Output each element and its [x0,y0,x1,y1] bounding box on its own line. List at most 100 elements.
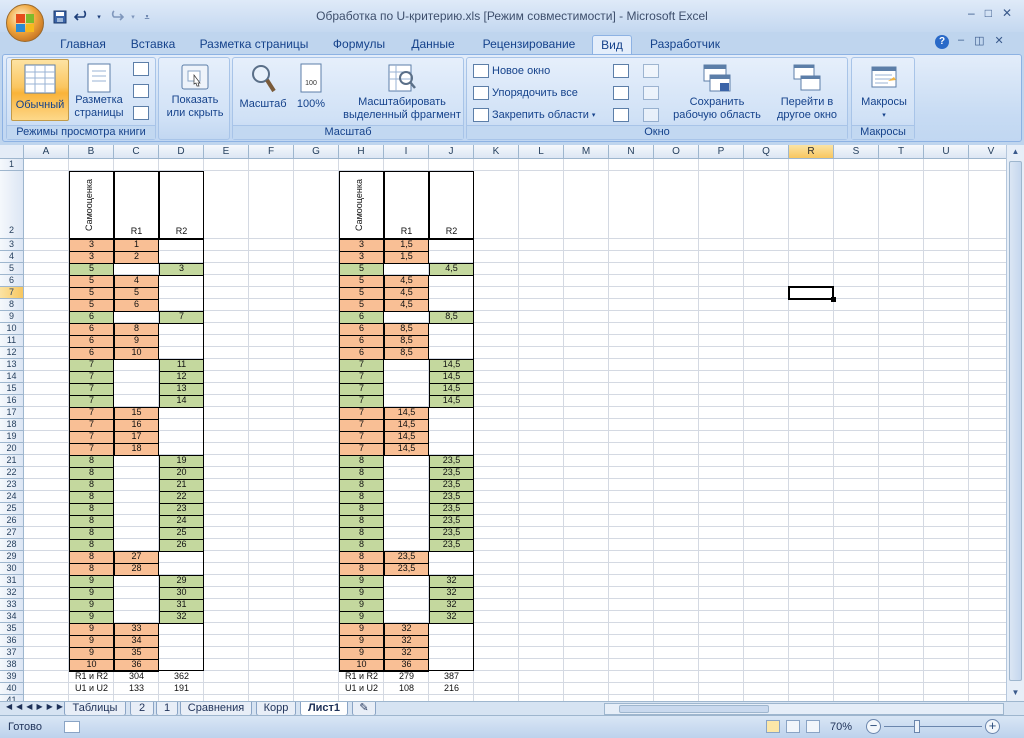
rank2-cell[interactable]: 23,5 [429,491,474,503]
score-cell[interactable]: 8 [69,467,114,479]
score-cell[interactable]: 7 [339,419,384,431]
vertical-scrollbar[interactable]: ▲ ▼ [1006,145,1024,702]
zoom-in-icon[interactable]: + [985,719,1000,734]
column-header-q[interactable]: Q [744,145,789,159]
help-icon[interactable]: ? [935,35,949,49]
score-cell[interactable]: 9 [69,611,114,623]
horizontal-scrollbar[interactable] [604,703,1004,715]
row-header[interactable]: 4 [0,251,24,263]
score-cell[interactable]: 7 [339,359,384,371]
rank2-cell[interactable]: 26 [159,539,204,551]
column-header-j[interactable]: J [429,145,474,159]
score-cell[interactable]: 9 [339,575,384,587]
u-label[interactable]: U1 и U2 [339,683,384,695]
score-cell[interactable]: 9 [69,575,114,587]
table-header-r2[interactable]: R2 [429,171,474,239]
row-header[interactable]: 28 [0,539,24,551]
rank1-cell[interactable]: 32 [384,647,429,659]
score-cell[interactable]: 6 [69,347,114,359]
normal-view-button[interactable]: Обычный [11,59,69,121]
score-cell[interactable]: 5 [69,299,114,311]
insert-sheet-icon[interactable]: ✎ [352,702,376,716]
score-cell[interactable]: 6 [69,335,114,347]
rank1-cell[interactable]: 16 [114,419,159,431]
scroll-down-icon[interactable]: ▼ [1009,688,1022,700]
score-cell[interactable]: 7 [69,431,114,443]
rank1-cell[interactable]: 14,5 [384,443,429,455]
column-header-i[interactable]: I [384,145,429,159]
tab-review[interactable]: Рецензирование [472,35,586,54]
row-header[interactable]: 39 [0,671,24,683]
rank2-cell[interactable]: 23,5 [429,515,474,527]
zoom-100-button[interactable]: 100 100% [293,59,329,121]
rank1-cell[interactable]: 18 [114,443,159,455]
score-cell[interactable]: 8 [69,479,114,491]
row-header[interactable]: 26 [0,515,24,527]
rank2-cell[interactable]: 14 [159,395,204,407]
row-header[interactable]: 40 [0,683,24,695]
rank1-cell[interactable]: 4,5 [384,275,429,287]
customize-icon[interactable]: ⩡ [142,9,152,25]
column-header-l[interactable]: L [519,145,564,159]
score-cell[interactable]: 7 [339,395,384,407]
row-header[interactable]: 12 [0,347,24,359]
row-header[interactable]: 2 [0,171,24,239]
row-header[interactable]: 3 [0,239,24,251]
column-header-c[interactable]: C [114,145,159,159]
rank2-cell[interactable]: 25 [159,527,204,539]
rank2-cell[interactable]: 13 [159,383,204,395]
sheet-nav-icons[interactable]: ◀◀◀▶▶▶ [6,702,67,711]
row-header[interactable]: 22 [0,467,24,479]
rank2-cell[interactable]: 3 [159,263,204,275]
rank1-cell[interactable]: 27 [114,551,159,563]
undo-dropdown-icon[interactable]: ▾ [96,9,102,25]
tab-data[interactable]: Данные [402,35,464,54]
rank1-cell[interactable]: 1,5 [384,239,429,251]
sheet-tab-sheet1[interactable]: Лист1 [300,702,348,716]
sheet-tab-1[interactable]: 1 [156,702,178,716]
rank2-cell[interactable]: 23,5 [429,503,474,515]
rank2-cell[interactable]: 32 [429,575,474,587]
score-cell[interactable]: 7 [339,383,384,395]
doc-restore-icon[interactable]: ◫ [974,34,984,47]
tab-home[interactable]: Главная [52,35,114,54]
column-header-m[interactable]: M [564,145,609,159]
split-button[interactable] [613,64,629,78]
rank2-cell[interactable]: 7 [159,311,204,323]
sum-label[interactable]: R1 и R2 [339,671,384,683]
score-cell[interactable]: 7 [69,371,114,383]
arrange-all-button[interactable]: Упорядочить все [473,84,578,102]
macros-button[interactable]: Макросы ▾ [854,59,914,125]
rank2-cell[interactable]: 14,5 [429,383,474,395]
score-cell[interactable]: 6 [339,347,384,359]
score-cell[interactable]: 8 [339,515,384,527]
row-header[interactable]: 32 [0,587,24,599]
sheet-tab-corr[interactable]: Корр [256,702,296,716]
rank1-cell[interactable]: 15 [114,407,159,419]
score-cell[interactable]: 8 [69,455,114,467]
switch-windows-button[interactable]: Перейти в другое окно [769,59,845,125]
score-cell[interactable]: 9 [69,623,114,635]
score-cell[interactable]: 9 [339,623,384,635]
u1-value[interactable]: 133 [114,683,159,695]
rank2-cell[interactable]: 23,5 [429,455,474,467]
score-cell[interactable]: 7 [69,395,114,407]
page-layout-view-button[interactable]: Разметка страницы [71,59,127,121]
redo-dropdown-icon[interactable]: ▾ [130,9,136,25]
score-cell[interactable]: 9 [339,611,384,623]
page-break-view-button[interactable] [133,62,149,76]
score-cell[interactable]: 3 [69,239,114,251]
score-cell[interactable]: 9 [69,587,114,599]
score-cell[interactable]: 6 [339,311,384,323]
score-cell[interactable]: 7 [339,443,384,455]
side-by-side-button[interactable] [643,64,659,78]
sum-r2[interactable]: 362 [159,671,204,683]
score-cell[interactable]: 6 [69,323,114,335]
new-window-button[interactable]: Новое окно [473,62,550,80]
score-cell[interactable]: 8 [339,467,384,479]
score-cell[interactable]: 6 [339,323,384,335]
row-header[interactable]: 5 [0,263,24,275]
rank1-cell[interactable]: 14,5 [384,407,429,419]
score-cell[interactable]: 7 [339,431,384,443]
rank2-cell[interactable]: 32 [429,587,474,599]
